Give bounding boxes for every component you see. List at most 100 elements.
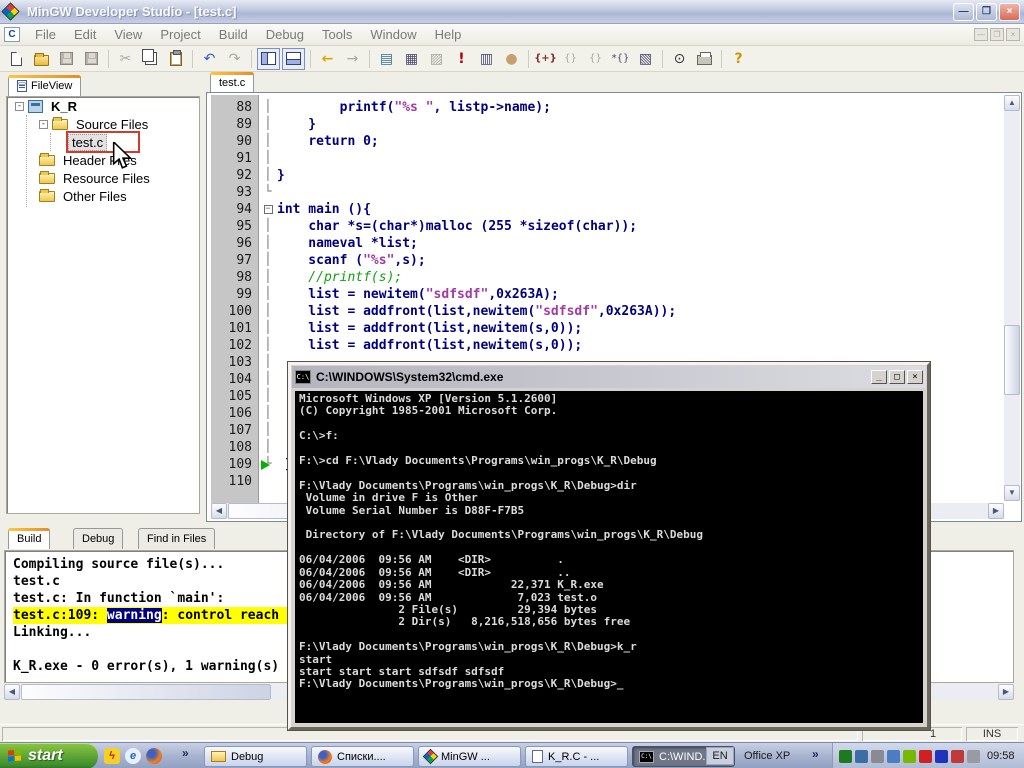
open-file-button[interactable] [30, 48, 53, 70]
code-line[interactable]: 93 └ [211, 184, 1005, 201]
tree-item-other-files[interactable]: Other Files [7, 187, 199, 205]
code-line[interactable]: 99 │ list = newitem("sdfsdf",0x263A); [211, 286, 1005, 303]
child-minimize-button[interactable]: — [974, 28, 988, 41]
green-grid-icon[interactable] [839, 749, 852, 763]
menu-edit[interactable]: Edit [65, 24, 105, 45]
compile-file-button[interactable]: ▥ [475, 48, 498, 70]
add-breakpoint-button[interactable]: {+} [534, 48, 557, 70]
tree-item-resource-files[interactable]: Resource Files [7, 169, 199, 187]
minimize-button[interactable]: — [953, 3, 974, 21]
code-line[interactable]: 100 │ list = addfront(list,newitem("sdfsd… [211, 303, 1005, 320]
network-icon[interactable] [855, 749, 868, 763]
help-button[interactable]: ? [727, 48, 750, 70]
close-button[interactable]: × [999, 3, 1020, 21]
cmd-window[interactable]: C:\ C:\WINDOWS\System32\cmd.exe _ □ × Mi… [288, 362, 930, 730]
quick-launch-chevron[interactable]: » [182, 746, 189, 760]
volume-muted-icon[interactable] [967, 749, 980, 763]
scroll-left-arrow[interactable]: ◀ [4, 684, 20, 700]
tree-item-header-files[interactable]: Header Files [7, 151, 199, 169]
scroll-right-arrow[interactable]: ▶ [988, 503, 1004, 519]
start-button[interactable]: start [0, 743, 98, 768]
compile-button[interactable]: ▤ [375, 48, 398, 70]
language-indicator[interactable]: EN [706, 747, 734, 765]
firefox-icon[interactable] [146, 748, 162, 764]
cmd-maximize-button[interactable]: □ [889, 370, 905, 384]
toggle-output-view-button[interactable] [282, 47, 305, 70]
toggle-workspace-view-button[interactable] [257, 47, 280, 70]
expand-toggle[interactable]: - [15, 101, 24, 111]
scroll-up-arrow[interactable]: ▲ [1004, 95, 1020, 111]
code-line[interactable]: 101 │ list = addfront(list,newitem(s,0)); [211, 320, 1005, 337]
update-shield-icon[interactable] [951, 749, 964, 763]
editor-vertical-scrollbar[interactable]: ▲ ▼ [1004, 95, 1020, 501]
taskbar-clock[interactable]: 09:58 [987, 750, 1015, 762]
code-line[interactable]: 89 │ } [211, 116, 1005, 133]
code-line[interactable]: 94 − int main (){ [211, 201, 1005, 218]
winamp-icon[interactable]: ϟ [104, 748, 120, 764]
nvidia-icon[interactable] [903, 749, 916, 763]
tab-test-c[interactable]: test.c [210, 72, 255, 92]
internet-explorer-icon[interactable]: e [125, 748, 141, 764]
menu-tools[interactable]: Tools [313, 24, 361, 45]
navigate-back-button[interactable]: ← [316, 48, 339, 70]
cmd-title-bar[interactable]: C:\ C:\WINDOWS\System32\cmd.exe _ □ × [292, 366, 926, 388]
restore-button[interactable]: ❐ [976, 3, 997, 21]
tab-fileview[interactable]: FileView [8, 75, 82, 96]
remove-breakpoint-button[interactable]: {} [559, 48, 582, 70]
task-folder[interactable]: Debug [204, 746, 307, 767]
code-line[interactable]: 92 │} [211, 167, 1005, 184]
clear-breakpoints-button[interactable]: *{} [609, 48, 632, 70]
fold-collapse-icon[interactable]: − [263, 205, 273, 214]
scroll-thumb[interactable] [1004, 325, 1020, 395]
execute-program-button[interactable]: ! [450, 48, 473, 70]
code-line[interactable]: 102 │ list = addfront(list,newitem(s,0)); [211, 337, 1005, 354]
scheduler-icon[interactable] [935, 749, 948, 763]
menu-view[interactable]: View [105, 24, 151, 45]
menu-build[interactable]: Build [210, 24, 257, 45]
scroll-right-arrow[interactable]: ▶ [998, 684, 1014, 700]
task-mingw[interactable]: MinGW ... [418, 746, 521, 767]
tree-item-k-r[interactable]: - K_R [7, 97, 199, 115]
task-doc[interactable]: K_R.C - ... [525, 746, 628, 767]
printer-tray-icon[interactable] [871, 749, 884, 763]
child-restore-button[interactable]: ❐ [990, 28, 1004, 41]
code-line[interactable]: 88 │ printf("%s ", listp->name); [211, 99, 1005, 116]
code-line[interactable]: 97 │ scanf ("%s",s); [211, 252, 1005, 269]
undo-button[interactable]: ↶ [198, 48, 221, 70]
cmd-close-button[interactable]: × [907, 370, 923, 384]
new-file-button[interactable] [5, 48, 28, 70]
code-line[interactable]: 98 │ //printf(s); [211, 269, 1005, 286]
copy-button[interactable] [139, 48, 162, 70]
child-close-button[interactable]: × [1006, 28, 1020, 41]
paste-button[interactable] [164, 48, 187, 70]
office-chevron[interactable]: » [812, 747, 819, 761]
code-line[interactable]: 90 │ return 0; [211, 133, 1005, 150]
code-line[interactable]: 91 │ [211, 150, 1005, 167]
scroll-down-arrow[interactable]: ▼ [1004, 485, 1020, 501]
code-line[interactable]: 96 │ nameval *list; [211, 235, 1005, 252]
task-firefox[interactable]: Списки.... [311, 746, 414, 767]
scroll-left-arrow[interactable]: ◀ [211, 503, 227, 519]
menu-debug[interactable]: Debug [257, 24, 313, 45]
tab-build[interactable]: Build [7, 528, 51, 549]
build-button[interactable]: ▦ [400, 48, 423, 70]
navigate-forward-button[interactable]: → [341, 48, 364, 70]
print-button[interactable] [693, 48, 716, 70]
cmd-minimize-button[interactable]: _ [871, 370, 887, 384]
scroll-thumb[interactable] [21, 684, 271, 700]
office-toolbar-label[interactable]: Office XP [744, 750, 790, 762]
menu-help[interactable]: Help [426, 24, 471, 45]
pause-hand-button[interactable]: ● [500, 48, 523, 70]
find-in-files-button[interactable]: ⊙ [668, 48, 691, 70]
tab-debug[interactable]: Debug [73, 528, 124, 549]
watch-window-button[interactable]: ▧ [634, 48, 657, 70]
tab-find-in-files[interactable]: Find in Files [138, 528, 216, 549]
disable-breakpoint-button[interactable]: {} [584, 48, 607, 70]
menu-project[interactable]: Project [151, 24, 209, 45]
console-output[interactable]: Microsoft Windows XP [Version 5.1.2600](… [295, 391, 923, 723]
menu-window[interactable]: Window [361, 24, 425, 45]
expand-toggle[interactable]: - [39, 119, 48, 129]
network2-icon[interactable] [887, 749, 900, 763]
menu-file[interactable]: File [26, 24, 65, 45]
power-bolt-icon[interactable] [919, 749, 932, 763]
